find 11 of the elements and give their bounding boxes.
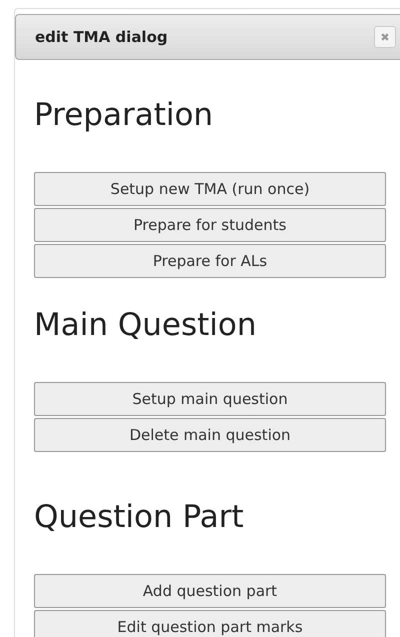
section-heading: Main Question [34,306,258,344]
action-button[interactable]: Delete main question [34,418,386,452]
action-button[interactable]: Prepare for students [34,208,386,242]
action-button[interactable]: Setup new TMA (run once) [34,172,386,206]
action-button[interactable]: Prepare for ALs [34,244,386,278]
action-button[interactable]: Add question part [34,574,386,608]
action-button[interactable]: Edit question part marks [34,610,386,637]
window-title: edit TMA dialog [35,28,168,46]
section-heading: Preparation [34,96,214,134]
section-heading: Question Part [34,498,245,536]
action-button[interactable]: Setup main question [34,382,386,416]
